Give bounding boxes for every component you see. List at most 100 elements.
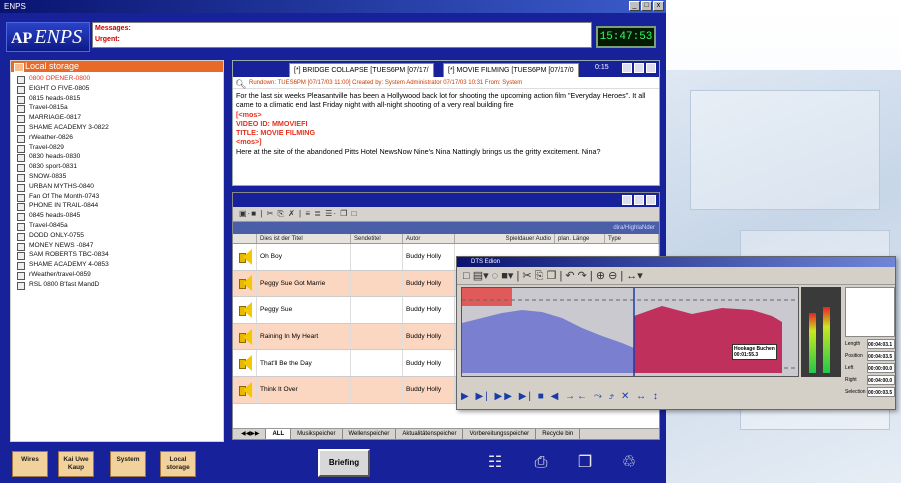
recycle-bin-icon[interactable]: ♲ xyxy=(618,452,640,474)
position-value[interactable]: 00:04:03.5 xyxy=(867,351,895,361)
left-value[interactable]: 00:00:00.0 xyxy=(867,363,895,373)
marker-list[interactable] xyxy=(845,287,895,337)
tab-all[interactable]: ALL xyxy=(266,429,292,439)
column-author[interactable]: Autor xyxy=(403,234,455,243)
panel-close-button[interactable] xyxy=(646,63,656,73)
story-item[interactable]: SHAME ACADEMY 4-0853 xyxy=(11,260,223,270)
story-item[interactable]: 0845 heads-0845 xyxy=(11,211,223,221)
length-value[interactable]: 00:04:03.1 xyxy=(867,339,895,349)
speaker-icon xyxy=(239,328,253,345)
panel-close-button[interactable] xyxy=(646,195,656,205)
cell-author: Buddy Holly xyxy=(403,376,455,403)
urgent-label: Urgent: xyxy=(95,36,120,43)
tab-bridge-collapse[interactable]: [*] BRIDGE COLLAPSE [TUES6PM [07/17/ xyxy=(289,63,434,77)
tab-wellenspeicher[interactable]: Wellenspeicher xyxy=(343,429,397,439)
close-button[interactable]: x xyxy=(653,1,664,11)
speaker-icon xyxy=(239,301,253,318)
window-title: ENPS xyxy=(4,2,26,11)
story-editor-panel: [*] BRIDGE COLLAPSE [TUES6PM [07/17/ [*]… xyxy=(232,60,660,186)
waveform-area[interactable]: Hookage Buchen 00:01:55.3 xyxy=(461,287,799,377)
selection-value[interactable]: 00:00:03.5 xyxy=(867,387,895,397)
ap-logo-text: AP xyxy=(11,30,33,47)
system-button[interactable]: System xyxy=(110,451,146,477)
kai-uwe-kaup-button[interactable]: Kai Uwe Kaup xyxy=(58,451,94,477)
story-item[interactable]: rWeather/travel-0859 xyxy=(11,270,223,280)
level-meters xyxy=(801,287,841,377)
transport-controls[interactable]: ▶ ▶| ▶▶ ▶| ■ ◀ →← ⤳ ⤴ ✕ ↔ ↕ xyxy=(461,388,841,406)
story-paragraph: Here at the site of the abandoned Pitts … xyxy=(236,146,601,156)
column-title[interactable]: Dies ist der Titel xyxy=(257,234,351,243)
level-meter-right xyxy=(823,307,830,373)
search-icon[interactable]: 🔍︎ xyxy=(235,78,246,90)
panel-minimize-button[interactable] xyxy=(622,195,632,205)
media-toolbar[interactable]: ▣·■ | ✂ ⎘ ✗ | ≡ ≣ ☰· ❐ □ xyxy=(233,207,659,222)
tab-movie-filming[interactable]: [*] MOVIE FILMING [TUES6PM [07/17/0 xyxy=(443,63,579,77)
cell-sendetitel xyxy=(351,376,403,403)
video-id-line: VIDEO ID: MMOVIEFI xyxy=(236,118,308,128)
messages-box[interactable]: Messages: Urgent: xyxy=(92,22,592,48)
story-item[interactable]: Travel-0845a xyxy=(11,221,223,231)
story-paragraph: For the last six weeks Pleasantville has… xyxy=(236,91,646,110)
column-icon[interactable] xyxy=(233,234,257,243)
story-item[interactable]: PHONE IN TRAIL-0844 xyxy=(11,201,223,212)
briefing-button[interactable]: Briefing xyxy=(318,449,370,477)
story-item[interactable]: EIGHT O FIVE-0805 xyxy=(11,84,223,94)
story-item[interactable]: 0830 heads-0830 xyxy=(11,152,223,163)
column-type[interactable]: Type xyxy=(605,234,659,243)
cell-sendetitel xyxy=(351,297,403,323)
story-item[interactable]: DODD ONLY-0755 xyxy=(11,231,223,241)
story-item[interactable]: 0800 OPENER-0800 xyxy=(11,74,223,84)
minimize-button[interactable]: _ xyxy=(629,1,640,11)
tab-nav-arrows[interactable]: ◀◀▶▶ xyxy=(235,429,267,439)
story-item[interactable]: 0830 sport-0831 xyxy=(11,162,223,172)
panel-minimize-button[interactable] xyxy=(622,63,632,73)
story-item[interactable]: MARRIAGE-0817 xyxy=(11,113,223,123)
story-item[interactable]: RSL 0800 B'fast MandD xyxy=(11,280,223,290)
cue-marker-time: 00:01:55.3 xyxy=(734,352,759,358)
mos-open-tag: [<mos> xyxy=(236,109,262,119)
wires-button[interactable]: Wires xyxy=(12,451,48,477)
story-body[interactable]: For the last six weeks Pleasantville has… xyxy=(233,89,659,158)
local-storage-header[interactable]: Local storage xyxy=(11,61,223,72)
column-duration[interactable]: Spieldauer Audio xyxy=(455,234,555,243)
story-item[interactable]: 0815 heads-0815 xyxy=(11,94,223,104)
cue-marker[interactable]: Hookage Buchen 00:01:55.3 xyxy=(732,344,777,360)
tab-aktualitaetenspeicher[interactable]: Aktualitätenspeicher xyxy=(396,429,464,439)
cell-title: Peggy Sue Got Marrie xyxy=(257,270,351,297)
waveform-graphic xyxy=(462,288,798,376)
speaker-icon xyxy=(239,275,253,292)
panel-maximize-button[interactable] xyxy=(634,63,644,73)
cell-title: Peggy Sue xyxy=(257,297,351,323)
network-icon[interactable]: ☷ xyxy=(484,452,506,474)
tab-musikspeicher[interactable]: Musikspeicher xyxy=(291,429,343,439)
maximize-button[interactable]: □ xyxy=(641,1,652,11)
local-storage-button[interactable]: Local storage xyxy=(160,451,196,477)
story-item[interactable]: rWeather-0826 xyxy=(11,133,223,143)
tab-recycle-bin[interactable]: Recycle bin xyxy=(536,429,581,439)
column-sendetitel[interactable]: Sendetitel xyxy=(351,234,403,243)
cell-author: Buddy Holly xyxy=(403,270,455,297)
story-item[interactable]: Travel-0829 xyxy=(11,143,223,153)
folder-icon[interactable]: ❐ xyxy=(574,452,596,474)
story-item[interactable]: SHAME ACADEMY 3-0822 xyxy=(11,123,223,133)
story-item[interactable]: SNOW-0835 xyxy=(11,172,223,182)
tab-vorbereitungsspeicher[interactable]: Vorbereitungsspeicher xyxy=(463,429,537,439)
panel-maximize-button[interactable] xyxy=(634,195,644,205)
story-item[interactable]: SAM ROBERTS TBC-0834 xyxy=(11,250,223,261)
story-time: 0:15 xyxy=(595,64,609,71)
cell-author: Buddy Holly xyxy=(403,244,455,270)
audio-toolbar[interactable]: □ ▤▾ ◌ ■▾ | ✂ ⎘ ❐ | ↶ ↷ | ⊕ ⊖ | ↔▾ xyxy=(457,267,895,285)
story-item[interactable]: Travel-0815a xyxy=(11,103,223,114)
left-label: Left xyxy=(845,365,854,371)
story-item[interactable]: URBAN MYTHS-0840 xyxy=(11,182,223,192)
right-value[interactable]: 00:04:00.0 xyxy=(867,375,895,385)
story-item[interactable]: Fan Of The Month-0743 xyxy=(11,192,223,202)
cell-title: Oh Boy xyxy=(257,244,351,270)
length-label: Length xyxy=(845,341,861,347)
left-row: Left 00:00:00.0 xyxy=(845,363,895,373)
audio-editor-window: DTS Edion □ ▤▾ ◌ ■▾ | ✂ ⎘ ❐ | ↶ ↷ | ⊕ ⊖ … xyxy=(456,256,896,410)
printer-icon[interactable]: ⎙ xyxy=(530,452,552,474)
column-planned-length[interactable]: plan. Länge xyxy=(555,234,605,243)
story-item[interactable]: MONEY NEWS -0847 xyxy=(11,241,223,251)
story-meta-text[interactable]: Rundown: TUES6PM [07/17/03 11:00] Create… xyxy=(249,80,522,86)
